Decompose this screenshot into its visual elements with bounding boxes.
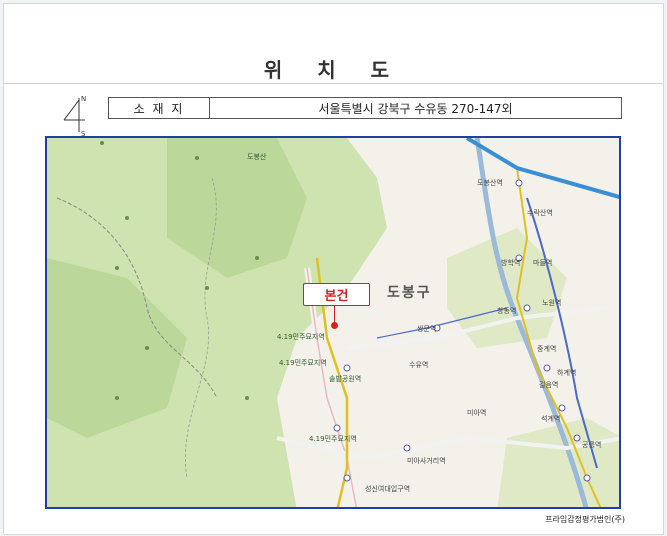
map-label: 노원역	[542, 299, 562, 307]
page-title: 위 치 도	[263, 58, 404, 82]
map-label: 4.19민주묘지역	[277, 333, 325, 341]
map-label: 4.19민주묘지역	[309, 435, 357, 443]
map-label: 공릉역	[582, 441, 602, 449]
map-label: 하계역	[557, 369, 577, 377]
map-label: 마들역	[533, 259, 553, 267]
map-label: 4.19민주묘지역	[279, 359, 327, 367]
address-label: 소 재 지	[109, 98, 210, 118]
location-map[interactable]: 도봉산역 방학역 창동역 노원역 쌍문역 수유역 중계역 하계역 길음역 석계역…	[45, 136, 621, 509]
title-band: 위 치 도	[4, 4, 663, 84]
map-label: 성신여대입구역	[365, 485, 411, 493]
map-label: 창동역	[497, 307, 517, 315]
map-label: 수락산역	[527, 209, 553, 217]
address-table: 소 재 지 서울특별시 강북구 수유동 270-147외	[108, 97, 622, 119]
map-label: 미아사거리역	[407, 457, 446, 465]
subject-marker-line	[334, 304, 335, 323]
north-arrow-icon: N S	[62, 92, 88, 138]
map-label: 솔밭공원역	[329, 375, 362, 383]
map-label: 도봉산	[247, 153, 267, 161]
district-label: 도봉구	[387, 285, 432, 301]
map-label: 도봉산역	[477, 179, 503, 187]
footer-company: 프라임감정평가법인(주)	[545, 515, 625, 524]
map-label: 쌍문역	[417, 325, 437, 333]
subject-property-label[interactable]: 본건	[303, 283, 370, 306]
map-label: 미아역	[467, 409, 487, 417]
map-label: 수유역	[409, 361, 429, 369]
compass-north: N	[81, 95, 86, 103]
map-label: 중계역	[537, 345, 557, 353]
map-label: 석계역	[541, 415, 561, 423]
map-label: 길음역	[539, 381, 559, 389]
location-pin-icon[interactable]	[331, 322, 338, 329]
address-value: 서울특별시 강북구 수유동 270-147외	[318, 101, 513, 116]
map-label: 방학역	[501, 259, 521, 267]
